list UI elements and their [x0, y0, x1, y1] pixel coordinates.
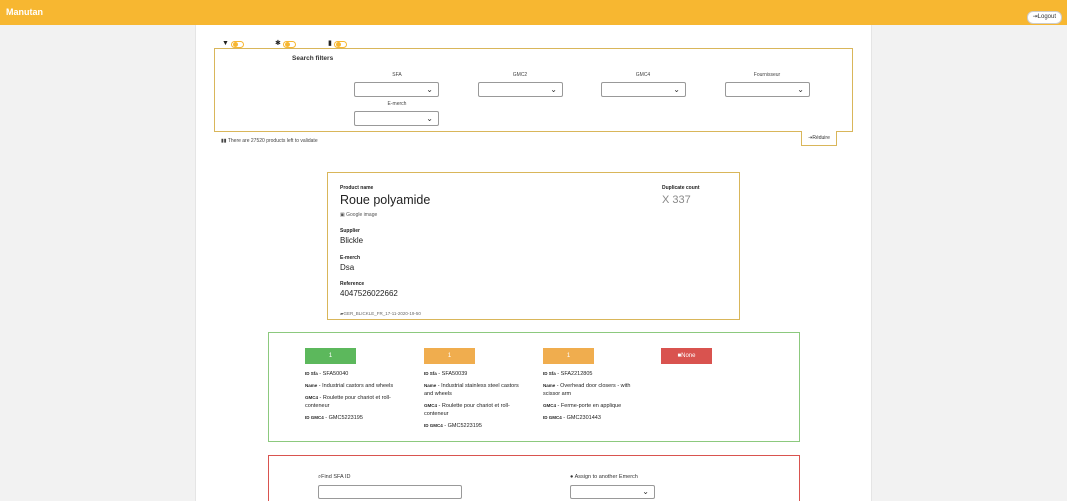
- settings-toggle[interactable]: ✱: [275, 40, 296, 48]
- reduce-button[interactable]: ⇥Réduire: [801, 131, 837, 146]
- assign-emerch-label: ● Assign to another Emerch: [570, 474, 638, 480]
- gear-icon: ✱: [275, 40, 281, 47]
- supplier-label: Fournisseur: [753, 72, 781, 78]
- find-sfa-input[interactable]: [318, 485, 462, 499]
- chevron-down-icon: ⌄: [797, 85, 804, 94]
- sfa-select[interactable]: ⌄: [354, 82, 439, 97]
- supplier-label: Supplier: [340, 228, 361, 234]
- suggestion-1-button[interactable]: 1: [305, 348, 356, 364]
- chevron-down-icon: ⌄: [642, 487, 649, 496]
- supplier-value: Blickle: [340, 236, 364, 245]
- sfa-label: SFA: [392, 72, 402, 78]
- emerch-label: E-merch: [387, 101, 407, 107]
- file-icon: ▮: [328, 40, 332, 47]
- gmc4-label: GMC4: [635, 72, 651, 78]
- filter-toggle[interactable]: ▼: [222, 40, 244, 48]
- user-icon: ●: [570, 474, 574, 480]
- emerch-label: E-merch: [340, 255, 361, 261]
- filters-title: Search filters: [292, 55, 334, 62]
- filter-switch[interactable]: [230, 40, 244, 48]
- chevron-down-icon: ⌄: [673, 85, 680, 94]
- gmc2-label: GMC2: [512, 72, 528, 78]
- google-image-link[interactable]: ▣ Google image: [340, 212, 377, 218]
- suggestion-2-details: ID Sfa - SFA50039 Name - Industrial stai…: [424, 371, 519, 429]
- image-icon: ▣: [340, 212, 345, 218]
- gmc2-select[interactable]: ⌄: [478, 82, 563, 97]
- reference-label: Reference: [340, 281, 365, 287]
- settings-switch[interactable]: [282, 40, 296, 48]
- logout-button[interactable]: ⇥Logout: [1026, 11, 1062, 24]
- chart-icon: ▮▮: [221, 138, 227, 144]
- chevron-down-icon: ⌄: [550, 85, 557, 94]
- find-sfa-label: ⌕Find SFA ID: [318, 474, 351, 480]
- chevron-down-icon: ⌄: [426, 114, 433, 123]
- product-name-label: Product name: [340, 185, 374, 191]
- file-toggle[interactable]: ▮: [328, 40, 347, 48]
- duplicate-count: X 337: [662, 194, 691, 206]
- suggestion-1-details: ID Sfa - SFA50040 Name - Industrial cast…: [305, 371, 394, 421]
- chevron-down-icon: ⌄: [426, 85, 433, 94]
- product-name: Roue polyamide: [340, 193, 431, 207]
- filter-icon: ▼: [222, 40, 229, 47]
- file-switch[interactable]: [333, 40, 347, 48]
- emerch-value: Dsa: [340, 263, 355, 272]
- supplier-select[interactable]: ⌄: [725, 82, 810, 97]
- suggestion-3-button[interactable]: 1: [543, 348, 594, 364]
- remaining-products: ▮▮ There are 27520 products left to vali…: [221, 138, 318, 144]
- gmc4-select[interactable]: ⌄: [601, 82, 686, 97]
- none-button[interactable]: ■None: [661, 348, 712, 364]
- brand-logo: Manutan: [6, 7, 43, 17]
- assign-emerch-select[interactable]: ⌄: [570, 485, 655, 499]
- suggestion-3-details: ID Sfa - SFA2212805 Name - Overhead door…: [543, 371, 631, 421]
- suggestion-2-button[interactable]: 1: [424, 348, 475, 364]
- emerch-select[interactable]: ⌄: [354, 111, 439, 126]
- reference-value: 4047526022662: [340, 289, 398, 298]
- duplicate-count-label: Duplicate count: [662, 185, 700, 191]
- source-folder: ▰GER_BLICKLE_FR_17-11-2020-19-50: [340, 311, 421, 316]
- top-bar: Manutan ⇥Logout: [0, 0, 1067, 25]
